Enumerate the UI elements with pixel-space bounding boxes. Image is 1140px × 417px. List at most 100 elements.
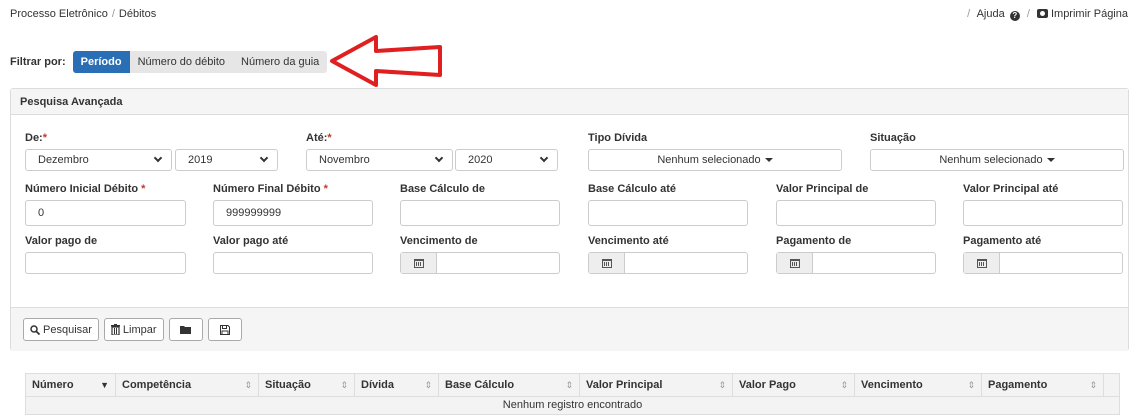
valor-pago-de-label: Valor pago de xyxy=(25,235,98,247)
pagamento-ate-input[interactable] xyxy=(963,252,1123,274)
base-calculo-ate-input[interactable] xyxy=(588,200,748,226)
numero-final-label: Número Final Débito * xyxy=(213,183,328,195)
numero-inicial-input[interactable]: 0 xyxy=(25,200,186,226)
column-header-numero[interactable]: Número ▼ xyxy=(26,374,116,396)
print-link[interactable]: Imprimir Página xyxy=(1036,8,1128,20)
print-label: Imprimir Página xyxy=(1050,8,1128,20)
valor-principal-ate-label: Valor Principal até xyxy=(963,183,1059,195)
sort-icon: ⇕ xyxy=(967,379,975,390)
help-link[interactable]: Ajuda ? xyxy=(976,8,1020,21)
column-header-valor-pago[interactable]: Valor Pago ⇕ xyxy=(733,374,855,396)
vencimento-de-input[interactable] xyxy=(400,252,560,274)
column-header-situacao[interactable]: Situação ⇕ xyxy=(259,374,355,396)
sort-icon: ⇕ xyxy=(565,379,573,390)
situacao-label: Situação xyxy=(870,132,916,144)
filter-option-numero-guia[interactable]: Número da guia xyxy=(233,51,327,73)
annotation-arrow xyxy=(330,35,442,87)
results-table: Número ▼ Competência ⇕ Situação ⇕ Dívida ⇕ B… xyxy=(25,373,1120,415)
situacao-multiselect[interactable]: Nenhum selecionado xyxy=(870,149,1124,171)
column-header-divida[interactable]: Dívida ⇕ xyxy=(355,374,439,396)
filter-option-numero-debito[interactable]: Número do débito xyxy=(130,51,233,73)
column-header-vencimento[interactable]: Vencimento ⇕ xyxy=(855,374,982,396)
sort-icon: ⇕ xyxy=(718,379,726,390)
caret-down-icon xyxy=(764,158,773,162)
vencimento-ate-label: Vencimento até xyxy=(588,235,669,247)
calendar-icon xyxy=(413,258,424,268)
sort-icon: ⇕ xyxy=(244,379,252,390)
valor-principal-ate-input[interactable] xyxy=(963,200,1123,226)
calendar-addon[interactable] xyxy=(401,253,437,273)
ate-label: Até:* xyxy=(306,132,332,144)
valor-pago-ate-label: Valor pago até xyxy=(213,235,289,247)
valor-principal-de-input[interactable] xyxy=(776,200,936,226)
de-year-select[interactable]: 2019 xyxy=(175,149,278,171)
column-header-pagamento[interactable]: Pagamento ⇕ xyxy=(982,374,1104,396)
separator: / xyxy=(967,8,971,20)
numero-inicial-label: Número Inicial Débito * xyxy=(25,183,146,195)
chevron-down-icon xyxy=(539,153,549,163)
panel-title: Pesquisa Avançada xyxy=(11,89,1128,115)
breadcrumb-separator: / xyxy=(111,8,115,20)
save-button[interactable] xyxy=(207,318,242,341)
sort-icon: ⇕ xyxy=(340,379,348,390)
vencimento-ate-input[interactable] xyxy=(588,252,748,274)
clear-button[interactable]: Limpar xyxy=(103,318,164,341)
vencimento-de-label: Vencimento de xyxy=(400,235,478,247)
calendar-addon[interactable] xyxy=(589,253,625,273)
search-icon xyxy=(30,324,40,335)
clear-button-label: Limpar xyxy=(122,323,157,336)
numero-final-input[interactable]: 999999999 xyxy=(213,200,373,226)
ate-year-select[interactable]: 2020 xyxy=(455,149,558,171)
pagamento-de-input[interactable] xyxy=(776,252,936,274)
filter-segmented-control: Período Número do débito Número da guia xyxy=(72,51,328,73)
tipo-divida-multiselect[interactable]: Nenhum selecionado xyxy=(588,149,842,171)
separator: / xyxy=(1026,8,1030,20)
column-header-valor-principal[interactable]: Valor Principal ⇕ xyxy=(580,374,733,396)
base-calculo-de-input[interactable] xyxy=(400,200,560,226)
panel-footer: Pesquisar Limpar xyxy=(11,307,1128,351)
help-label: Ajuda xyxy=(976,8,1005,20)
calendar-icon xyxy=(789,258,800,268)
pagamento-de-label: Pagamento de xyxy=(776,235,852,247)
ate-month-select[interactable]: Novembro xyxy=(306,149,453,171)
valor-pago-de-input[interactable] xyxy=(25,252,186,274)
chevron-down-icon xyxy=(259,153,269,163)
pagamento-ate-label: Pagamento até xyxy=(963,235,1042,247)
open-folder-button[interactable] xyxy=(168,318,203,341)
de-label: De:* xyxy=(25,132,48,144)
column-header-competencia[interactable]: Competência ⇕ xyxy=(116,374,259,396)
base-calculo-de-label: Base Cálculo de xyxy=(400,183,485,195)
calendar-addon[interactable] xyxy=(777,253,813,273)
breadcrumb-item-debitos: Débitos xyxy=(118,8,157,20)
camera-icon xyxy=(1036,9,1048,18)
top-actions: / Ajuda ? / Imprimir Página xyxy=(963,8,1128,21)
calendar-icon xyxy=(976,258,987,268)
de-month-select[interactable]: Dezembro xyxy=(25,149,172,171)
filter-option-periodo[interactable]: Período xyxy=(72,51,130,73)
caret-down-icon xyxy=(1046,158,1055,162)
calendar-addon[interactable] xyxy=(964,253,1000,273)
floppy-disk-icon xyxy=(219,324,230,335)
sort-icon: ⇕ xyxy=(840,379,848,390)
valor-pago-ate-input[interactable] xyxy=(213,252,373,274)
sort-desc-icon: ▼ xyxy=(100,380,109,390)
table-header: Número ▼ Competência ⇕ Situação ⇕ Dívida ⇕ B… xyxy=(26,374,1119,397)
valor-principal-de-label: Valor Principal de xyxy=(776,183,869,195)
filter-label: Filtrar por: xyxy=(10,56,66,68)
column-header-base-calculo[interactable]: Base Cálculo ⇕ xyxy=(439,374,580,396)
advanced-search-panel: Pesquisa Avançada De:* Dezembro 2019 Até… xyxy=(10,88,1129,351)
sort-icon: ⇕ xyxy=(424,379,432,390)
question-icon: ? xyxy=(1009,11,1020,21)
breadcrumb: Processo Eletrônico / Débitos xyxy=(10,8,156,20)
trash-icon xyxy=(110,324,120,335)
search-button[interactable]: Pesquisar xyxy=(23,318,99,341)
base-calculo-ate-label: Base Cálculo até xyxy=(588,183,677,195)
folder-icon xyxy=(180,326,192,334)
chevron-down-icon xyxy=(153,153,163,163)
calendar-icon xyxy=(601,258,612,268)
chevron-down-icon xyxy=(434,153,444,163)
sort-icon: ⇕ xyxy=(1089,379,1097,390)
tipo-divida-label: Tipo Dívida xyxy=(588,132,648,144)
empty-message: Nenhum registro encontrado xyxy=(26,397,1119,414)
breadcrumb-item-processo[interactable]: Processo Eletrônico xyxy=(10,8,108,20)
